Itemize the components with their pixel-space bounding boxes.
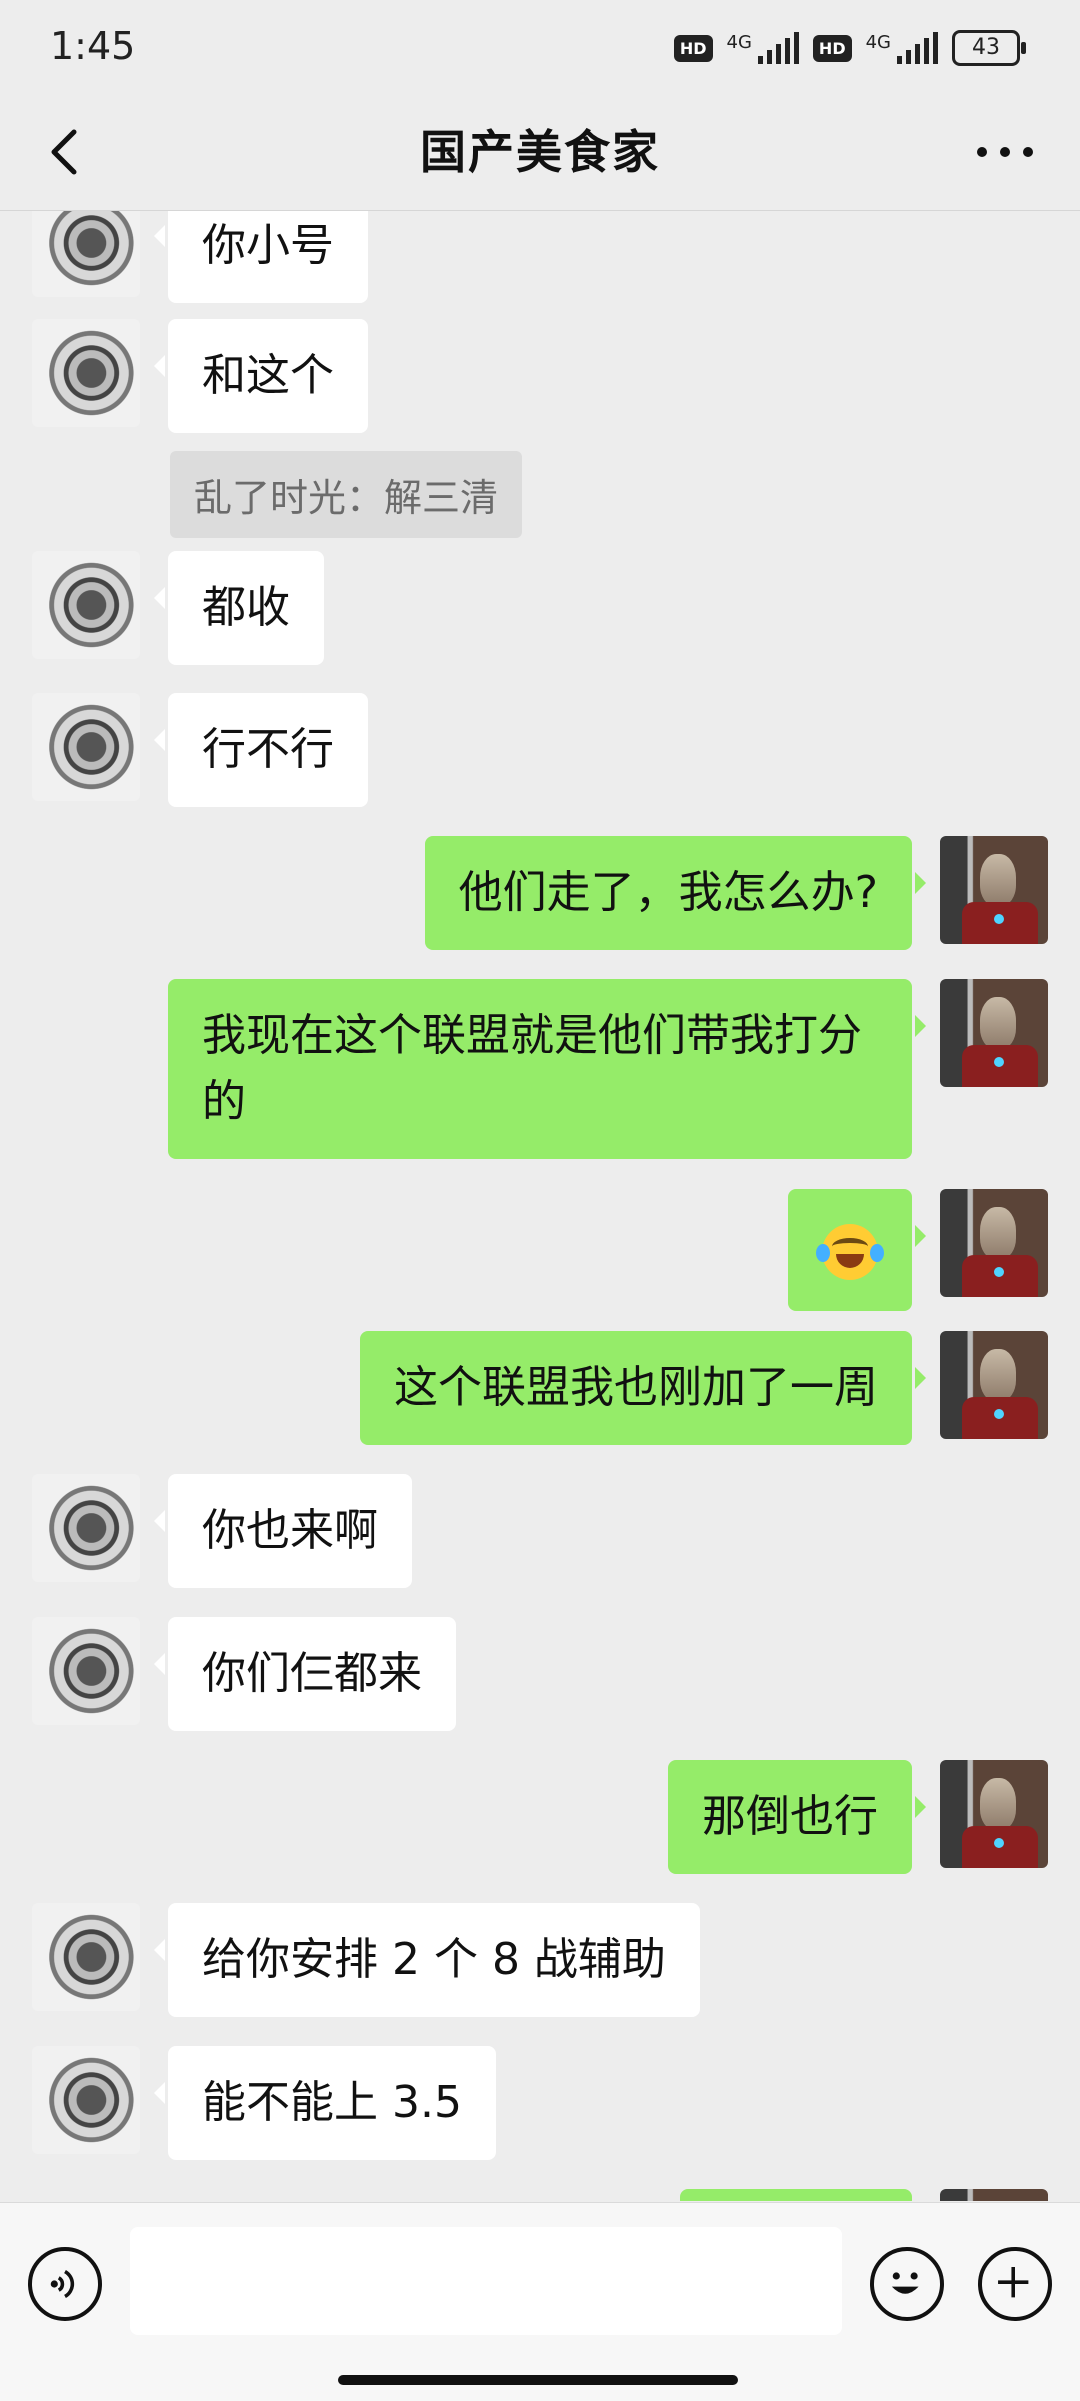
contact-avatar[interactable] (32, 693, 140, 801)
message-bubble[interactable]: 行不行 (154, 693, 368, 807)
contact-avatar[interactable] (32, 319, 140, 427)
message-bubble[interactable]: 那倒也行 (668, 1760, 926, 1874)
my-avatar[interactable] (940, 836, 1048, 944)
message-list[interactable]: 你小号 和这个 乱了时光：解三清 都收 行不行 他们走了，我怎么办? 我现在这个… (0, 211, 1080, 2201)
laughing-crying-emoji (816, 1224, 884, 1280)
home-indicator[interactable] (338, 2375, 738, 2385)
message-bubble[interactable]: 你也来啊 (154, 1474, 412, 1588)
status-bar: 1:45 HD 4G HD 4G 43 (0, 0, 1080, 100)
battery-icon: 43 (952, 30, 1026, 66)
chat-header: 国产美食家 (0, 100, 1080, 211)
emoji-icon[interactable] (870, 2247, 944, 2321)
input-bar (0, 2202, 1080, 2401)
message-bubble[interactable] (680, 2189, 912, 2201)
hd-badge: HD (673, 34, 713, 62)
status-time: 1:45 (50, 24, 136, 68)
contact-avatar[interactable] (32, 1617, 140, 1725)
chat-title: 国产美食家 (420, 125, 660, 179)
my-avatar[interactable] (940, 1189, 1048, 1297)
hd-badge: HD (812, 34, 852, 62)
signal-icon: 4G (866, 32, 938, 64)
quoted-message[interactable]: 乱了时光：解三清 (170, 451, 523, 538)
more-dots-icon[interactable] (970, 122, 1040, 182)
contact-avatar[interactable] (32, 2046, 140, 2154)
message-bubble[interactable]: 他们走了，我怎么办? (424, 836, 927, 950)
message-bubble[interactable]: 你小号 (154, 211, 368, 303)
contact-avatar[interactable] (32, 551, 140, 659)
status-icons: HD 4G HD 4G 43 (673, 30, 1026, 66)
my-avatar[interactable] (940, 1331, 1048, 1439)
my-avatar[interactable] (940, 1760, 1048, 1868)
message-bubble[interactable]: 你们仨都来 (154, 1617, 456, 1731)
message-input[interactable] (130, 2227, 842, 2335)
message-bubble[interactable]: 这个联盟我也刚加了一周 (360, 1331, 926, 1445)
message-bubble[interactable]: 都收 (154, 551, 324, 665)
signal-icon: 4G (727, 32, 799, 64)
message-bubble[interactable] (788, 1189, 926, 1311)
voice-icon[interactable] (28, 2247, 102, 2321)
my-avatar[interactable] (940, 979, 1048, 1087)
contact-avatar[interactable] (32, 211, 140, 297)
contact-avatar[interactable] (32, 1474, 140, 1582)
contact-avatar[interactable] (32, 1903, 140, 2011)
message-bubble[interactable]: 能不能上 3.5 (154, 2046, 496, 2160)
message-bubble[interactable]: 和这个 (154, 319, 368, 433)
message-bubble[interactable]: 我现在这个联盟就是他们带我打分的 (168, 979, 926, 1159)
plus-icon[interactable] (978, 2247, 1052, 2321)
message-bubble[interactable]: 给你安排 2 个 8 战辅助 (154, 1903, 700, 2017)
my-avatar[interactable] (940, 2189, 1048, 2201)
